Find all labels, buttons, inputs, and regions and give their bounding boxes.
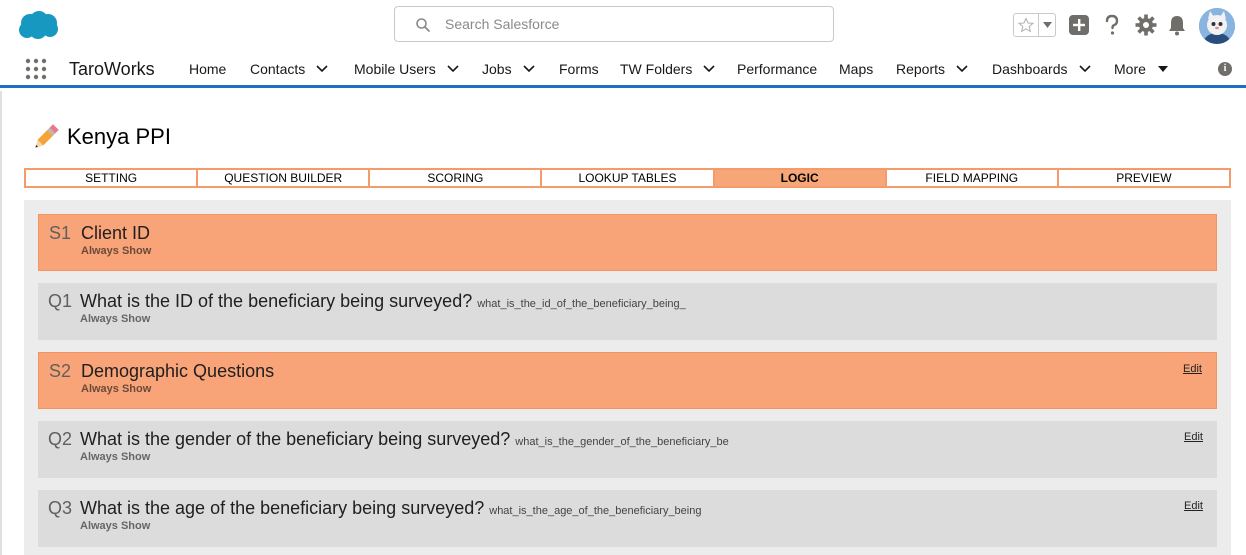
row-visibility-rule: Always Show [81, 245, 152, 257]
logic-question-row: Q1 What is the ID of the beneficiary bei… [38, 283, 1217, 340]
row-header: S1 Client ID [49, 223, 150, 244]
nav-item-label: More [1114, 61, 1146, 77]
row-visibility-rule: Always Show [81, 383, 152, 395]
nav-item-label: TW Folders [620, 61, 693, 77]
tab-preview[interactable]: PREVIEW [1059, 170, 1229, 186]
edit-link[interactable]: Edit [1183, 363, 1202, 375]
nav-item-label: Contacts [250, 61, 306, 77]
pencil-icon [35, 124, 59, 148]
app-navigation-bar: TaroWorks Home Contacts Mobile Users Job… [0, 50, 1246, 88]
search-icon [416, 18, 430, 32]
tab-setting[interactable]: SETTING [26, 170, 199, 186]
nav-item-home[interactable]: Home [189, 61, 226, 77]
add-icon[interactable] [1067, 13, 1091, 37]
global-search[interactable] [394, 6, 834, 42]
row-header: Q3 What is the age of the beneficiary be… [48, 498, 701, 519]
app-launcher-icon[interactable] [25, 58, 47, 80]
row-header: Q2 What is the gender of the beneficiary… [48, 429, 729, 450]
nav-item-label: Dashboards [992, 61, 1068, 77]
chevron-down-icon[interactable] [523, 65, 535, 73]
nav-item-label: Reports [896, 61, 946, 77]
tab-field-mapping[interactable]: FIELD MAPPING [887, 170, 1059, 186]
row-number: Q1 [48, 291, 73, 311]
nav-item-tw-folders[interactable]: TW Folders [620, 61, 715, 77]
nav-item-more[interactable]: More [1114, 61, 1169, 77]
user-avatar[interactable] [1199, 8, 1235, 44]
favorite-star-icon[interactable] [1014, 14, 1038, 36]
row-number: S1 [49, 223, 72, 243]
row-visibility-rule: Always Show [80, 313, 151, 325]
edit-link[interactable]: Edit [1184, 431, 1203, 443]
row-variable-name: what_is_the_gender_of_the_beneficiary_be [515, 436, 729, 448]
logic-question-row: Q2 What is the gender of the beneficiary… [38, 421, 1217, 478]
nav-item-contacts[interactable]: Contacts [250, 61, 328, 77]
row-number: S2 [49, 361, 72, 381]
row-visibility-rule: Always Show [80, 520, 151, 532]
setup-gear-icon[interactable] [1134, 13, 1158, 37]
nav-item-reports[interactable]: Reports [896, 61, 968, 77]
chevron-down-icon[interactable] [1078, 65, 1091, 73]
nav-item-label: Mobile Users [354, 61, 436, 77]
tab-scoring[interactable]: SCORING [370, 170, 543, 186]
edit-link[interactable]: Edit [1184, 500, 1203, 512]
logic-question-row: Q3 What is the age of the beneficiary be… [38, 490, 1217, 547]
nav-item-label: Performance [737, 61, 818, 77]
chevron-down-icon[interactable] [447, 65, 459, 73]
row-number: Q2 [48, 429, 73, 449]
tab-logic[interactable]: LOGIC [714, 170, 887, 186]
row-header: S2 Demographic Questions [49, 361, 274, 382]
tab-lookup-tables[interactable]: LOOKUP TABLES [542, 170, 715, 186]
row-title: Client ID [81, 223, 151, 243]
global-header [0, 0, 1246, 50]
tab-question-builder[interactable]: QUESTION BUILDER [198, 170, 371, 186]
row-variable-name: what_is_the_age_of_the_beneficiary_being [489, 505, 702, 517]
nav-item-label: Maps [839, 61, 874, 77]
row-header: Q1 What is the ID of the beneficiary bei… [48, 291, 686, 312]
row-visibility-rule: Always Show [80, 451, 151, 463]
row-title: Demographic Questions [81, 361, 275, 381]
row-number: Q3 [48, 498, 73, 518]
notifications-bell-icon[interactable] [1165, 13, 1189, 37]
nav-item-maps[interactable]: Maps [839, 61, 873, 77]
info-icon[interactable]: i [1218, 62, 1232, 76]
chevron-down-icon[interactable] [703, 65, 715, 73]
chevron-down-icon[interactable] [956, 65, 968, 73]
page-title: Kenya PPI [67, 124, 171, 149]
nav-item-label: Forms [559, 61, 599, 77]
nav-item-mobile-users[interactable]: Mobile Users [354, 61, 459, 77]
row-title: What is the age of the beneficiary being… [80, 498, 485, 518]
row-title: What is the gender of the beneficiary be… [80, 429, 511, 449]
nav-item-jobs[interactable]: Jobs [482, 61, 535, 77]
caret-down-icon[interactable] [1157, 65, 1169, 73]
row-title: What is the ID of the beneficiary being … [80, 291, 473, 311]
search-input[interactable] [445, 7, 825, 41]
row-variable-name: what_is_the_id_of_the_beneficiary_being_ [477, 298, 686, 310]
favorites-dropdown-icon[interactable] [1038, 14, 1055, 36]
nav-item-forms[interactable]: Forms [559, 61, 599, 77]
logic-section-row: S2 Demographic Questions Always Show Edi… [38, 352, 1217, 409]
help-icon[interactable] [1100, 13, 1124, 37]
favorites-group[interactable] [1013, 13, 1056, 37]
page-title-row: Kenya PPI [30, 121, 171, 153]
nav-item-dashboards[interactable]: Dashboards [992, 61, 1091, 77]
logic-section-row: S1 Client ID Always Show [38, 214, 1217, 271]
nav-item-label: Jobs [482, 61, 512, 77]
salesforce-logo[interactable] [17, 10, 59, 40]
app-name: TaroWorks [69, 59, 155, 79]
logic-panel: S1 Client ID Always Show Q1 What is the … [24, 200, 1231, 555]
chevron-down-icon[interactable] [316, 65, 328, 73]
nav-item-performance[interactable]: Performance [737, 61, 817, 77]
nav-item-label: Home [189, 61, 227, 77]
builder-tabs: SETTING QUESTION BUILDER SCORING LOOKUP … [24, 168, 1231, 188]
page-content: Kenya PPI SETTING QUESTION BUILDER SCORI… [0, 91, 1246, 555]
